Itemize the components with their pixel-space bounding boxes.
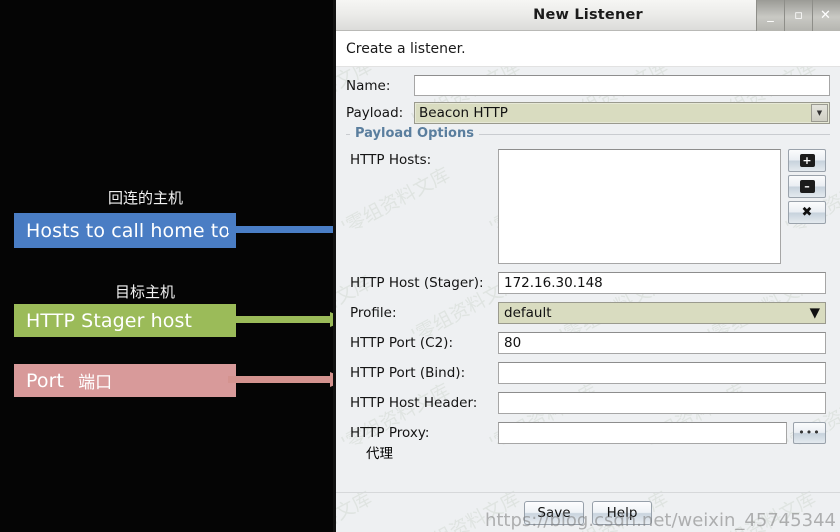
annotation-panel: 回连的主机 Hosts to call home to 目标主机 HTTP St… [0, 0, 333, 532]
http-proxy-annotation-cn: 代理 [366, 446, 393, 462]
dialog-title: New Listener [533, 7, 643, 23]
chevron-down-icon[interactable]: ▼ [811, 104, 828, 122]
http-port-c2-label: HTTP Port (C2): [350, 335, 453, 351]
name-label: Name: [346, 77, 391, 94]
annotation-box-label-cn: 端口 [78, 373, 113, 393]
http-port-c2-input[interactable]: 80 [498, 332, 826, 354]
profile-label: Profile: [350, 305, 397, 321]
maximize-icon[interactable]: ▫ [784, 0, 812, 31]
close-icon[interactable]: ✕ [812, 0, 840, 31]
annotation-box-label: Port [26, 369, 65, 392]
minimize-icon[interactable]: _ [756, 0, 784, 31]
dialog-form: Name: Payload: Beacon HTTP ▼ Payload Opt… [336, 67, 840, 474]
http-proxy-browse-button[interactable]: ••• [793, 422, 826, 444]
payload-label: Payload: [346, 105, 404, 121]
http-hosts-label: HTTP Hosts: [350, 152, 432, 168]
row-http-port-c2: HTTP Port (C2): 80 [350, 332, 826, 354]
name-input[interactable] [414, 75, 830, 96]
http-proxy-label: HTTP Proxy: 代理 [350, 422, 498, 462]
dialog-titlebar[interactable]: New Listener _ ▫ ✕ [336, 0, 840, 31]
minus-icon: – [799, 180, 815, 193]
annotation-box-label: HTTP Stager host [26, 309, 193, 332]
row-name: Name: [346, 75, 830, 96]
close-x-icon: ✖ [801, 205, 813, 220]
payload-options-title: Payload Options [350, 126, 479, 141]
profile-select[interactable]: default ▼ [498, 302, 826, 324]
annotation-caption-target-host: 目标主机 [115, 283, 176, 301]
row-http-port-bind: HTTP Port (Bind): [350, 362, 826, 384]
row-profile: Profile: default ▼ [350, 302, 826, 324]
annotation-box-http-stager-host: HTTP Stager host [14, 304, 236, 337]
annotation-box-port: Port 端口 [14, 364, 236, 397]
http-host-header-input[interactable] [498, 392, 826, 414]
payload-options-group: Payload Options HTTP Hosts: + – ✖ HTTP H… [346, 126, 830, 474]
add-host-button[interactable]: + [788, 149, 826, 172]
row-http-host-header: HTTP Host Header: [350, 392, 826, 414]
chevron-down-icon[interactable]: ▼ [810, 305, 820, 321]
http-hosts-actions: + – ✖ [788, 149, 826, 224]
dialog-subtitle-bar: Create a listener. [336, 31, 840, 67]
row-payload: Payload: Beacon HTTP ▼ [346, 102, 830, 124]
profile-select-value: default [504, 305, 552, 321]
http-hosts-textarea[interactable] [498, 149, 781, 264]
http-host-stager-input[interactable]: 172.16.30.148 [498, 272, 826, 294]
http-proxy-input[interactable] [498, 422, 787, 444]
dialog-footer: Save Help [336, 492, 840, 532]
annotation-box-hosts-to-call-home-to: Hosts to call home to [14, 213, 236, 248]
http-port-bind-label: HTTP Port (Bind): [350, 365, 466, 381]
row-http-hosts: HTTP Hosts: + – ✖ [350, 149, 826, 264]
new-listener-dialog: '零组资料文库 '零组资料文库 '零组资料文库 '零组资料文库 '零组资料文库 '零组资料… [333, 0, 840, 532]
plus-icon: + [799, 154, 815, 167]
http-proxy-label-text: HTTP Proxy: [350, 425, 430, 441]
save-button[interactable]: Save [524, 500, 584, 525]
dialog-subtitle: Create a listener. [346, 40, 466, 57]
payload-select-value: Beacon HTTP [419, 105, 508, 121]
window-controls: _ ▫ ✕ [756, 0, 840, 31]
http-host-stager-label: HTTP Host (Stager): [350, 275, 484, 291]
remove-host-button[interactable]: – [788, 175, 826, 198]
http-port-bind-input[interactable] [498, 362, 826, 384]
annotation-caption-hosts: 回连的主机 [108, 189, 184, 207]
clear-hosts-button[interactable]: ✖ [788, 201, 826, 224]
annotation-box-label: Hosts to call home to [26, 219, 231, 242]
help-button[interactable]: Help [592, 500, 652, 525]
row-http-proxy: HTTP Proxy: 代理 ••• [350, 422, 826, 462]
payload-select[interactable]: Beacon HTTP ▼ [414, 102, 830, 124]
row-http-host-stager: HTTP Host (Stager): 172.16.30.148 [350, 272, 826, 294]
http-host-header-label: HTTP Host Header: [350, 395, 478, 411]
